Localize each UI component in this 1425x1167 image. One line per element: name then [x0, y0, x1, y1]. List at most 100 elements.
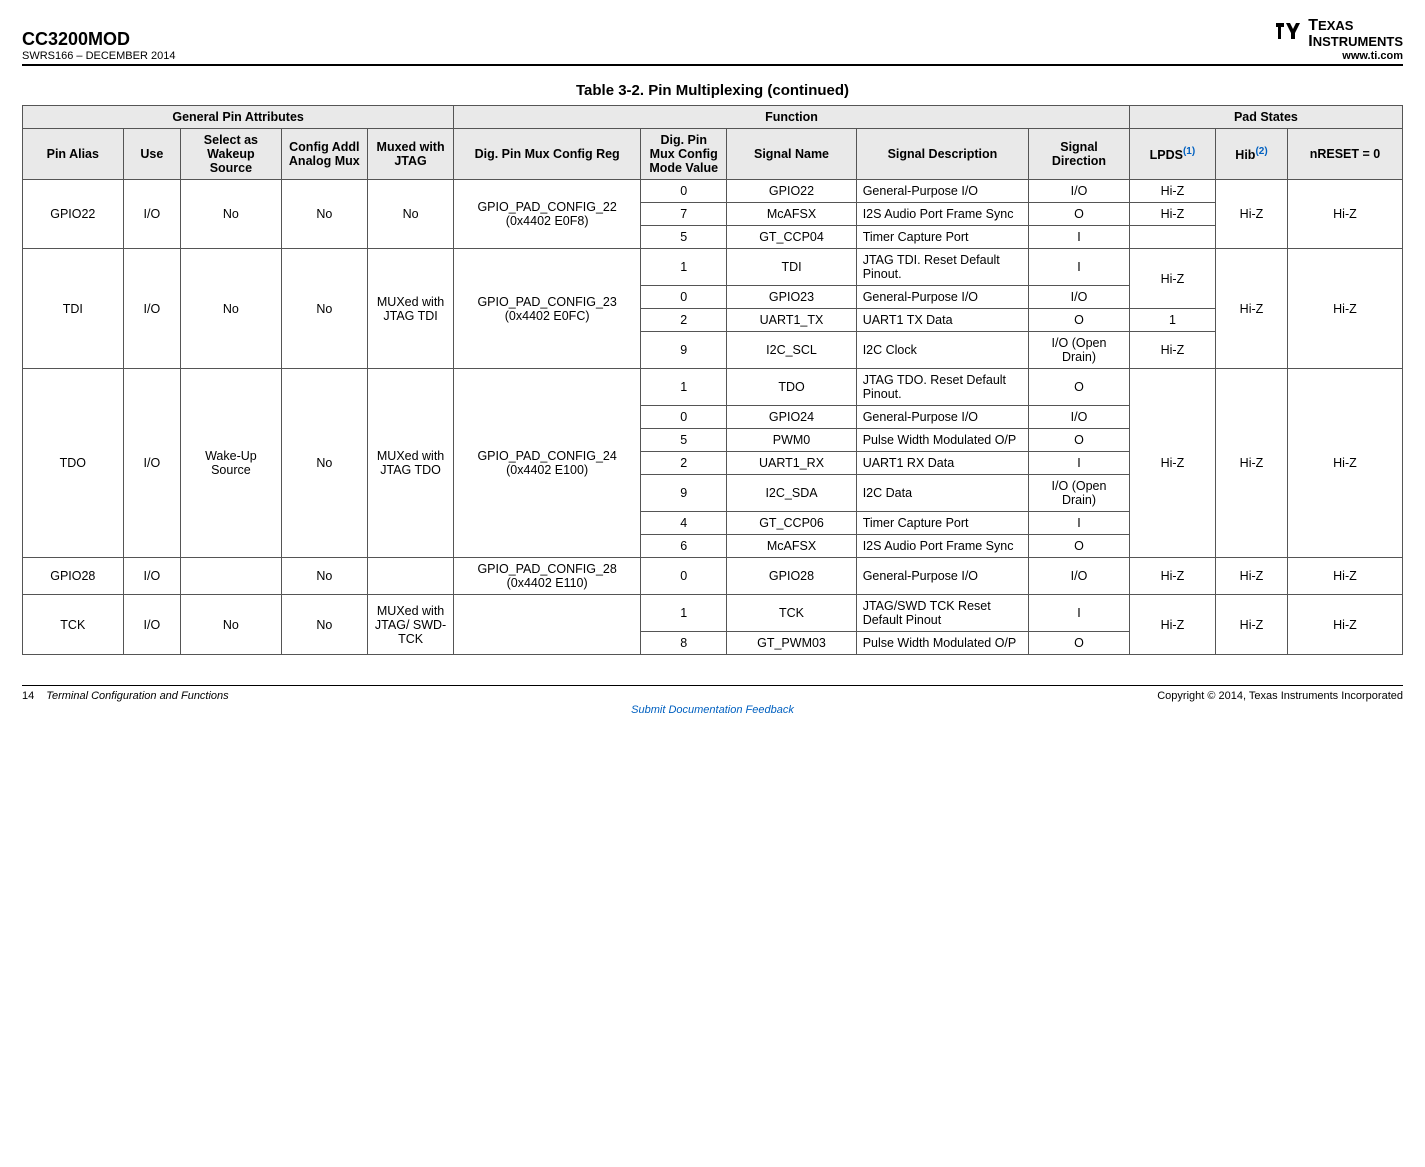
copyright: Copyright © 2014, Texas Instruments Inco…	[1157, 690, 1403, 702]
table-row: TDO I/O Wake-Up Source No MUXed with JTA…	[23, 369, 1403, 406]
cell-use: I/O	[123, 180, 180, 249]
cell-lpds: Hi-Z	[1129, 595, 1215, 655]
table-row: TDI I/O No No MUXed with JTAG TDI GPIO_P…	[23, 249, 1403, 286]
table-head: General Pin Attributes Function Pad Stat…	[23, 106, 1403, 180]
cell-desc: UART1 TX Data	[856, 309, 1029, 332]
cell-dir: O	[1029, 309, 1130, 332]
group-general: General Pin Attributes	[23, 106, 454, 129]
col-wakeup: Select as Wakeup Source	[181, 129, 282, 180]
col-lpds: LPDS(1)	[1129, 129, 1215, 180]
cell-desc: General-Purpose I/O	[856, 406, 1029, 429]
cell-jtag: MUXed with JTAG/ SWD-TCK	[367, 595, 453, 655]
cell-mode: 2	[641, 452, 727, 475]
cell-mode: 0	[641, 558, 727, 595]
cell-nreset: Hi-Z	[1287, 558, 1402, 595]
cell-dir: I/O (Open Drain)	[1029, 332, 1130, 369]
cell-wakeup: Wake-Up Source	[181, 369, 282, 558]
cell-analog: No	[281, 180, 367, 249]
cell-jtag	[367, 558, 453, 595]
cell-jtag: MUXed with JTAG TDO	[367, 369, 453, 558]
cell-dir: I/O	[1029, 286, 1130, 309]
cell-mode: 1	[641, 595, 727, 632]
col-nreset: nRESET = 0	[1287, 129, 1402, 180]
cell-alias: TDI	[23, 249, 124, 369]
cell-dir: O	[1029, 632, 1130, 655]
cell-desc: JTAG TDO. Reset Default Pinout.	[856, 369, 1029, 406]
cell-dir: I	[1029, 226, 1130, 249]
cell-analog: No	[281, 249, 367, 369]
cell-signal: TCK	[727, 595, 856, 632]
cell-hib: Hi-Z	[1216, 369, 1288, 558]
col-use: Use	[123, 129, 180, 180]
col-mode: Dig. Pin Mux Config Mode Value	[641, 129, 727, 180]
table-body: GPIO22 I/O No No No GPIO_PAD_CONFIG_22 (…	[23, 180, 1403, 655]
cell-reg	[454, 595, 641, 655]
cell-dir: I/O	[1029, 406, 1130, 429]
cell-signal: GPIO28	[727, 558, 856, 595]
cell-signal: PWM0	[727, 429, 856, 452]
cell-mode: 5	[641, 429, 727, 452]
cell-jtag: MUXed with JTAG TDI	[367, 249, 453, 369]
ti-logo-icon	[1274, 19, 1302, 49]
cell-signal: UART1_RX	[727, 452, 856, 475]
cell-mode: 1	[641, 369, 727, 406]
table-row: TCK I/O No No MUXed with JTAG/ SWD-TCK 1…	[23, 595, 1403, 632]
col-pin-alias: Pin Alias	[23, 129, 124, 180]
page-header: CC3200MOD SWRS166 – DECEMBER 2014 TEXASI…	[22, 18, 1403, 66]
cell-dir: I	[1029, 595, 1130, 632]
cell-signal: McAFSX	[727, 535, 856, 558]
cell-signal: I2C_SDA	[727, 475, 856, 512]
cell-desc: General-Purpose I/O	[856, 286, 1029, 309]
cell-desc: I2S Audio Port Frame Sync	[856, 535, 1029, 558]
cell-lpds	[1129, 226, 1215, 249]
cell-desc: JTAG/SWD TCK Reset Default Pinout	[856, 595, 1029, 632]
cell-signal: GPIO24	[727, 406, 856, 429]
cell-reg: GPIO_PAD_CONFIG_23 (0x4402 E0FC)	[454, 249, 641, 369]
cell-analog: No	[281, 369, 367, 558]
col-reg: Dig. Pin Mux Config Reg	[454, 129, 641, 180]
cell-signal: I2C_SCL	[727, 332, 856, 369]
cell-hib: Hi-Z	[1216, 558, 1288, 595]
cell-signal: UART1_TX	[727, 309, 856, 332]
cell-signal: McAFSX	[727, 203, 856, 226]
cell-mode: 0	[641, 286, 727, 309]
ti-url[interactable]: www.ti.com	[1274, 50, 1403, 62]
cell-dir: I/O	[1029, 558, 1130, 595]
cell-lpds: Hi-Z	[1129, 203, 1215, 226]
cell-mode: 5	[641, 226, 727, 249]
cell-signal: GT_CCP06	[727, 512, 856, 535]
cell-lpds: Hi-Z	[1129, 180, 1215, 203]
cell-signal: TDO	[727, 369, 856, 406]
header-right: TEXASINSTRUMENTS www.ti.com	[1274, 18, 1403, 62]
col-jtag: Muxed with JTAG	[367, 129, 453, 180]
cell-hib: Hi-Z	[1216, 595, 1288, 655]
cell-mode: 8	[641, 632, 727, 655]
cell-mode: 0	[641, 180, 727, 203]
cell-nreset: Hi-Z	[1287, 180, 1402, 249]
cell-mode: 9	[641, 475, 727, 512]
cell-alias: TCK	[23, 595, 124, 655]
table-title: Table 3-2. Pin Multiplexing (continued)	[22, 82, 1403, 99]
cell-lpds: 1	[1129, 309, 1215, 332]
feedback-link[interactable]: Submit Documentation Feedback	[631, 704, 794, 716]
cell-signal: GT_CCP04	[727, 226, 856, 249]
cell-dir: I/O	[1029, 180, 1130, 203]
cell-reg: GPIO_PAD_CONFIG_22 (0x4402 E0F8)	[454, 180, 641, 249]
cell-desc: UART1 RX Data	[856, 452, 1029, 475]
group-pad-states: Pad States	[1129, 106, 1402, 129]
cell-use: I/O	[123, 595, 180, 655]
cell-desc: I2C Clock	[856, 332, 1029, 369]
cell-dir: I	[1029, 249, 1130, 286]
ti-logo: TEXASINSTRUMENTS	[1274, 18, 1403, 50]
table-row: GPIO22 I/O No No No GPIO_PAD_CONFIG_22 (…	[23, 180, 1403, 203]
cell-mode: 6	[641, 535, 727, 558]
section-name: Terminal Configuration and Functions	[46, 690, 228, 702]
cell-mode: 2	[641, 309, 727, 332]
cell-dir: I	[1029, 452, 1130, 475]
cell-alias: GPIO28	[23, 558, 124, 595]
ti-logo-text: TEXASINSTRUMENTS	[1308, 18, 1403, 50]
col-hib: Hib(2)	[1216, 129, 1288, 180]
cell-desc: Timer Capture Port	[856, 226, 1029, 249]
page-footer: 14 Terminal Configuration and Functions …	[22, 685, 1403, 702]
col-signal-desc: Signal Description	[856, 129, 1029, 180]
